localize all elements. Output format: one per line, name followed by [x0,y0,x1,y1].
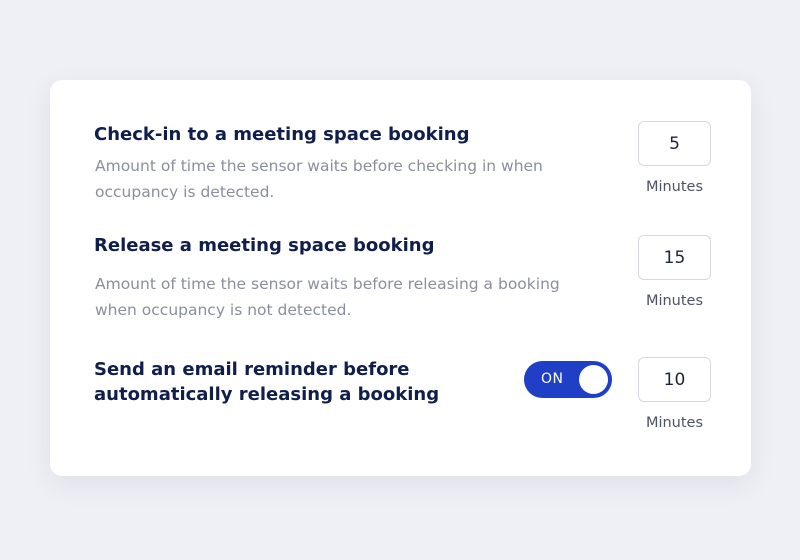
checkin-minutes-input[interactable]: 5 [638,121,711,166]
settings-card: Check-in to a meeting space booking Amou… [50,80,751,476]
release-setting-title: Release a meeting space booking [94,235,435,256]
toggle-state-label: ON [541,371,564,387]
release-minutes-value: 15 [663,247,686,268]
checkin-unit-label: Minutes [645,179,704,195]
reminder-unit-label: Minutes [645,415,704,431]
checkin-setting-description: Amount of time the sensor waits before c… [95,157,543,201]
release-minutes-input[interactable]: 15 [638,235,711,280]
release-setting-description: Amount of time the sensor waits before r… [95,275,560,319]
email-reminder-title: Send an email reminder before automatica… [94,359,440,405]
reminder-minutes-value: 10 [663,369,686,390]
checkin-setting-title: Check-in to a meeting space booking [94,124,470,145]
toggle-knob [579,365,608,394]
reminder-minutes-input[interactable]: 10 [638,357,711,402]
release-unit-label: Minutes [645,293,704,309]
email-reminder-toggle[interactable]: ON [524,361,612,398]
checkin-minutes-value: 5 [669,133,680,154]
